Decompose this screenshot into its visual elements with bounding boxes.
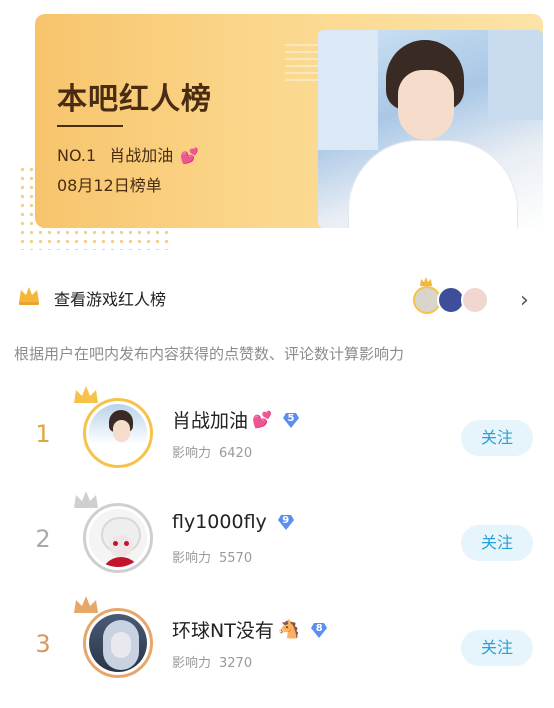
game-ranking-avatars <box>413 277 503 318</box>
banner-card[interactable]: 本吧红人榜 NO.1 肖战加油 💕 08月12日榜单 <box>35 14 543 228</box>
level-badge: 8 <box>310 621 328 639</box>
avatar[interactable] <box>83 608 153 678</box>
user-name-row: 环球NT没有 🐴 8 <box>172 616 328 643</box>
rank-number: 3 <box>35 630 51 658</box>
heart-icon: 💕 <box>180 147 200 165</box>
banner-date: 08月12日榜单 <box>57 176 162 195</box>
crown-icon <box>74 491 98 508</box>
influence-score: 影响力 3270 <box>172 656 253 671</box>
follow-button[interactable]: 关注 <box>461 525 533 561</box>
banner-title: 本吧红人榜 <box>57 82 212 117</box>
user-name-row: 肖战加油 💕 5 <box>172 406 300 433</box>
rank-prefix: NO.1 <box>57 146 97 165</box>
list-item[interactable]: 1 肖战加油 💕 5 影响力 6420 关注 <box>0 386 554 498</box>
ranking-banner[interactable]: 本吧红人榜 NO.1 肖战加油 💕 08月12日榜单 <box>0 0 554 255</box>
user-name-row: fly1000fly 9 <box>172 511 295 533</box>
crown-icon <box>74 386 98 403</box>
horse-icon: 🐴 <box>277 619 301 640</box>
influence-score: 影响力 5570 <box>172 551 253 566</box>
game-ranking-label: 查看游戏红人榜 <box>54 290 167 309</box>
avatar[interactable] <box>83 398 153 468</box>
rank-number: 2 <box>35 525 51 553</box>
ranking-description: 根据用户在吧内发布内容获得的点赞数、评论数计算影响力 <box>14 345 405 363</box>
level-badge: 5 <box>282 411 300 429</box>
crown-icon <box>74 596 98 613</box>
crown-icon <box>19 287 39 305</box>
list-item[interactable]: 3 环球NT没有 🐴 8 影响力 3270 关注 <box>0 596 554 708</box>
rank-number: 1 <box>35 420 51 448</box>
follow-button[interactable]: 关注 <box>461 420 533 456</box>
user-name[interactable]: fly1000fly <box>172 511 267 533</box>
list-item[interactable]: 2 fly1000fly 9 影响力 5570 关注 <box>0 491 554 603</box>
banner-divider <box>57 125 123 127</box>
chevron-right-icon[interactable]: › <box>520 288 529 313</box>
avatar[interactable] <box>83 503 153 573</box>
heart-icon: 💕 <box>252 410 272 429</box>
top-user-name: 肖战加油 <box>109 146 174 165</box>
level-badge: 9 <box>277 513 295 531</box>
influence-score: 影响力 6420 <box>172 446 253 461</box>
avatar <box>461 286 489 314</box>
follow-button[interactable]: 关注 <box>461 630 533 666</box>
banner-top-rank: NO.1 肖战加油 💕 <box>57 142 199 166</box>
top-user-photo <box>318 30 543 228</box>
user-name[interactable]: 环球NT没有 <box>172 616 274 643</box>
user-name[interactable]: 肖战加油 <box>172 406 248 433</box>
game-ranking-link[interactable]: 查看游戏红人榜 › <box>0 277 554 318</box>
